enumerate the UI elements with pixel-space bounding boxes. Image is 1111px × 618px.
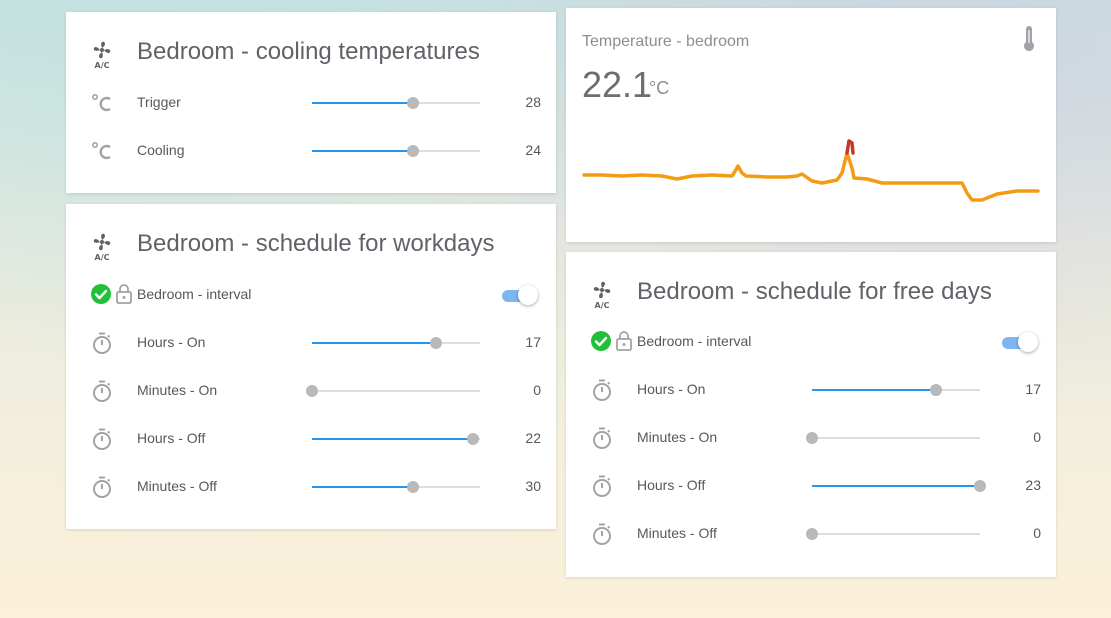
- toggle-knob: [518, 285, 538, 305]
- hours-off-slider[interactable]: [312, 433, 480, 445]
- slider-thumb[interactable]: [406, 97, 419, 109]
- slider-fill: [312, 102, 413, 104]
- card-title: Bedroom - schedule for workdays: [137, 230, 495, 257]
- temperature-line: [582, 151, 1040, 202]
- minutes-off-value: 0: [1033, 525, 1041, 541]
- minutes-off-label: Minutes - Off: [137, 478, 217, 494]
- thermometer-celsius-icon: [91, 141, 111, 160]
- interval-row: Bedroom - interval: [566, 318, 1056, 366]
- slider-thumb[interactable]: [930, 384, 943, 396]
- hours-off-label: Hours - Off: [637, 477, 706, 493]
- timer-icon: [93, 428, 111, 450]
- cooling-slider[interactable]: [312, 145, 480, 157]
- ac-icon: A/C: [93, 233, 111, 262]
- slider-thumb[interactable]: [974, 480, 986, 492]
- minutes-off-row: Minutes - Off 0: [566, 510, 1056, 558]
- timer-icon: [593, 427, 611, 449]
- minutes-off-label: Minutes - Off: [637, 525, 717, 541]
- card-title: Bedroom - cooling temperatures: [137, 38, 480, 65]
- minutes-on-slider[interactable]: [806, 432, 980, 444]
- temperature-peak: [845, 139, 855, 155]
- lock-icon[interactable]: [615, 330, 633, 352]
- hours-on-value: 17: [525, 334, 541, 350]
- slider-fill: [312, 438, 474, 440]
- slider-thumb[interactable]: [806, 528, 818, 540]
- minutes-on-slider[interactable]: [306, 385, 480, 397]
- hours-on-value: 17: [1025, 381, 1041, 397]
- trigger-row: Trigger 28: [66, 79, 556, 127]
- interval-label: Bedroom - interval: [137, 286, 252, 302]
- cooling-value: 24: [525, 142, 541, 158]
- svg-text:A/C: A/C: [95, 61, 110, 70]
- workdays-schedule-card: A/C Bedroom - schedule for workdays Bedr…: [66, 204, 556, 529]
- timer-icon: [593, 523, 611, 545]
- sensor-value: 22.1: [582, 64, 653, 105]
- temperature-history-graph[interactable]: [582, 128, 1040, 218]
- slider-fill: [312, 486, 413, 488]
- interval-row: Bedroom - interval: [66, 271, 556, 319]
- hours-on-slider[interactable]: [312, 337, 480, 349]
- trigger-slider[interactable]: [312, 97, 480, 109]
- hours-on-row: Hours - On 17: [566, 366, 1056, 414]
- minutes-on-label: Minutes - On: [137, 382, 218, 398]
- hours-off-row: Hours - Off 23: [566, 462, 1056, 510]
- timer-icon: [93, 380, 111, 402]
- slider-thumb[interactable]: [467, 433, 480, 445]
- temperature-sensor-card[interactable]: Temperature - bedroom 22.1 °C: [566, 8, 1056, 242]
- card-title: Bedroom - schedule for free days: [637, 278, 992, 305]
- minutes-off-row: Minutes - Off 30: [66, 463, 556, 511]
- svg-text:A/C: A/C: [95, 253, 110, 262]
- trigger-label: Trigger: [137, 94, 181, 110]
- hours-off-value: 23: [1025, 477, 1041, 493]
- hours-off-value: 22: [525, 430, 541, 446]
- hours-off-label: Hours - Off: [137, 430, 206, 446]
- hours-on-row: Hours - On 17: [66, 319, 556, 367]
- thermometer-celsius-icon: [91, 93, 111, 112]
- interval-toggle[interactable]: [502, 284, 540, 306]
- thermometer-icon: [1024, 26, 1034, 51]
- slider-fill: [812, 485, 980, 487]
- sensor-unit: °C: [649, 78, 670, 98]
- slider-fill: [812, 389, 937, 391]
- slider-thumb[interactable]: [406, 145, 419, 157]
- timer-icon: [93, 476, 111, 498]
- minutes-off-slider[interactable]: [312, 481, 480, 493]
- interval-label: Bedroom - interval: [637, 333, 752, 349]
- minutes-on-row: Minutes - On 0: [566, 414, 1056, 462]
- slider-thumb[interactable]: [806, 432, 818, 444]
- timer-icon: [93, 332, 111, 354]
- hours-off-slider[interactable]: [812, 480, 986, 492]
- hours-on-slider[interactable]: [812, 384, 980, 396]
- slider-thumb[interactable]: [306, 385, 318, 397]
- check-circle-icon: [591, 331, 611, 351]
- timer-icon: [593, 379, 611, 401]
- freedays-schedule-card: A/C Bedroom - schedule for free days Bed…: [566, 252, 1056, 577]
- minutes-on-row: Minutes - On 0: [66, 367, 556, 415]
- toggle-knob: [1018, 332, 1038, 352]
- check-circle-icon: [91, 284, 111, 304]
- interval-toggle[interactable]: [1002, 331, 1040, 353]
- cooling-row: Cooling 24: [66, 127, 556, 175]
- trigger-value: 28: [525, 94, 541, 110]
- slider-thumb[interactable]: [406, 481, 419, 493]
- hours-on-label: Hours - On: [637, 381, 706, 397]
- minutes-on-label: Minutes - On: [637, 429, 718, 445]
- minutes-on-value: 0: [1033, 429, 1041, 445]
- ac-icon: A/C: [93, 41, 111, 70]
- minutes-on-value: 0: [533, 382, 541, 398]
- minutes-off-slider[interactable]: [806, 528, 980, 540]
- cooling-label: Cooling: [137, 142, 185, 158]
- sensor-name: Temperature - bedroom: [582, 33, 750, 50]
- lock-icon[interactable]: [115, 283, 133, 305]
- timer-icon: [593, 475, 611, 497]
- svg-text:A/C: A/C: [595, 301, 610, 310]
- slider-fill: [312, 342, 437, 344]
- hours-on-label: Hours - On: [137, 334, 206, 350]
- slider-fill: [312, 150, 413, 152]
- ac-icon: A/C: [593, 281, 611, 310]
- minutes-off-value: 30: [525, 478, 541, 494]
- hours-off-row: Hours - Off 22: [66, 415, 556, 463]
- cooling-temperatures-card: A/C Bedroom - cooling temperatures Trigg…: [66, 12, 556, 193]
- slider-thumb[interactable]: [430, 337, 443, 349]
